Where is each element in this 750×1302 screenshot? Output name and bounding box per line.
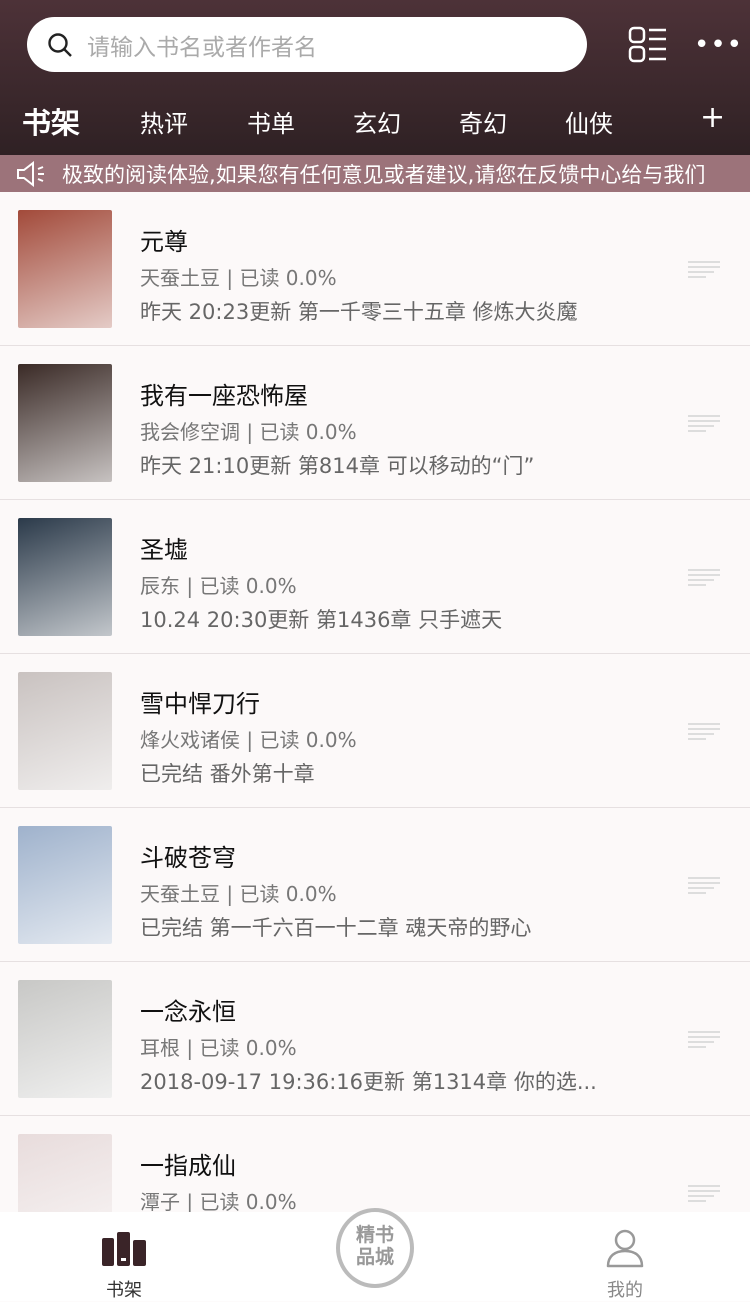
drag-handle-icon[interactable] <box>688 722 720 740</box>
tab-booklist[interactable]: 书单 <box>247 104 295 139</box>
book-update: 昨天 20:23更新 第一千零三十五章 修炼大炎魔 <box>140 300 578 324</box>
book-author-progress: 烽火戏诸侯 | 已读 0.0% <box>140 728 357 752</box>
notice-text: 极致的阅读体验,如果您有任何意见或者建议,请您在反馈中心给与我们 <box>62 162 706 187</box>
store-stamp-button[interactable]: 精书品城 <box>336 1208 414 1288</box>
book-author-progress: 耳根 | 已读 0.0% <box>140 1036 297 1060</box>
book-cover[interactable] <box>18 210 112 328</box>
book-update: 2018-09-17 19:36:16更新 第1314章 你的选... <box>140 1070 597 1094</box>
notice-bar[interactable]: 极致的阅读体验,如果您有任何意见或者建议,请您在反馈中心给与我们 <box>0 155 750 192</box>
book-row[interactable]: 我有一座恐怖屋 我会修空调 | 已读 0.0% 昨天 21:10更新 第814章… <box>0 346 750 500</box>
book-title: 元尊 <box>140 228 188 256</box>
book-author-progress: 我会修空调 | 已读 0.0% <box>140 420 357 444</box>
book-cover[interactable] <box>18 364 112 482</box>
speaker-icon <box>17 160 44 187</box>
tab-xianxia[interactable]: 仙侠 <box>565 104 613 139</box>
search-icon <box>48 32 72 57</box>
book-cover[interactable] <box>18 826 112 944</box>
book-row[interactable]: 一念永恒 耳根 | 已读 0.0% 2018-09-17 19:36:16更新 … <box>0 962 750 1116</box>
book-cover[interactable] <box>18 672 112 790</box>
user-icon <box>606 1229 644 1268</box>
book-list: 元尊 天蚕土豆 | 已读 0.0% 昨天 20:23更新 第一千零三十五章 修炼… <box>0 192 750 1270</box>
search-input[interactable]: 请输入书名或者作者名 <box>27 17 587 72</box>
tab-hot[interactable]: 热评 <box>140 104 188 139</box>
drag-handle-icon[interactable] <box>688 260 720 278</box>
book-title: 圣墟 <box>140 536 188 564</box>
book-row[interactable]: 斗破苍穹 天蚕土豆 | 已读 0.0% 已完结 第一千六百一十二章 魂天帝的野心 <box>0 808 750 962</box>
book-update: 已完结 番外第十章 <box>140 762 315 786</box>
add-tab-button[interactable]: + <box>700 100 725 135</box>
store-stamp-text: 精书品城 <box>355 1224 394 1268</box>
drag-handle-icon[interactable] <box>688 568 720 586</box>
book-row[interactable]: 元尊 天蚕土豆 | 已读 0.0% 昨天 20:23更新 第一千零三十五章 修炼… <box>0 192 750 346</box>
category-tabs: 书架 热评 书单 玄幻 奇幻 仙侠 + <box>0 100 750 140</box>
bookshelf-icon <box>102 1232 146 1266</box>
book-update: 昨天 21:10更新 第814章 可以移动的“门” <box>140 454 535 478</box>
book-title: 我有一座恐怖屋 <box>140 382 308 410</box>
drag-handle-icon[interactable] <box>688 876 720 894</box>
book-author-progress: 潭子 | 已读 0.0% <box>140 1190 297 1214</box>
search-placeholder: 请输入书名或者作者名 <box>87 34 317 61</box>
book-title: 一指成仙 <box>140 1152 236 1180</box>
tab-mine-label: 我的 <box>607 1280 643 1301</box>
more-icon[interactable]: ••• <box>694 32 743 58</box>
drag-handle-icon[interactable] <box>688 1184 720 1202</box>
book-cover[interactable] <box>18 980 112 1098</box>
drag-handle-icon[interactable] <box>688 414 720 432</box>
bottom-tab-bar: 书架 精书品城 我的 <box>0 1208 750 1301</box>
book-author-progress: 天蚕土豆 | 已读 0.0% <box>140 882 337 906</box>
tab-shelf[interactable]: 书架 <box>22 100 80 142</box>
list-view-icon[interactable] <box>628 26 668 64</box>
tab-qihuan[interactable]: 奇幻 <box>459 104 507 139</box>
book-row[interactable]: 圣墟 辰东 | 已读 0.0% 10.24 20:30更新 第1436章 只手遮… <box>0 500 750 654</box>
book-title: 斗破苍穹 <box>140 844 236 872</box>
book-author-progress: 辰东 | 已读 0.0% <box>140 574 297 598</box>
book-author-progress: 天蚕土豆 | 已读 0.0% <box>140 266 337 290</box>
tab-xuanhuan[interactable]: 玄幻 <box>353 104 401 139</box>
book-cover[interactable] <box>18 518 112 636</box>
book-update: 10.24 20:30更新 第1436章 只手遮天 <box>140 608 503 632</box>
book-title: 一念永恒 <box>140 998 236 1026</box>
book-title: 雪中悍刀行 <box>140 690 260 718</box>
tab-bookshelf-label: 书架 <box>106 1280 142 1301</box>
book-update: 已完结 第一千六百一十二章 魂天帝的野心 <box>140 916 532 940</box>
header: 请输入书名或者作者名 ••• 书架 热评 书单 玄幻 奇幻 仙侠 + <box>0 0 750 155</box>
book-row[interactable]: 雪中悍刀行 烽火戏诸侯 | 已读 0.0% 已完结 番外第十章 <box>0 654 750 808</box>
drag-handle-icon[interactable] <box>688 1030 720 1048</box>
